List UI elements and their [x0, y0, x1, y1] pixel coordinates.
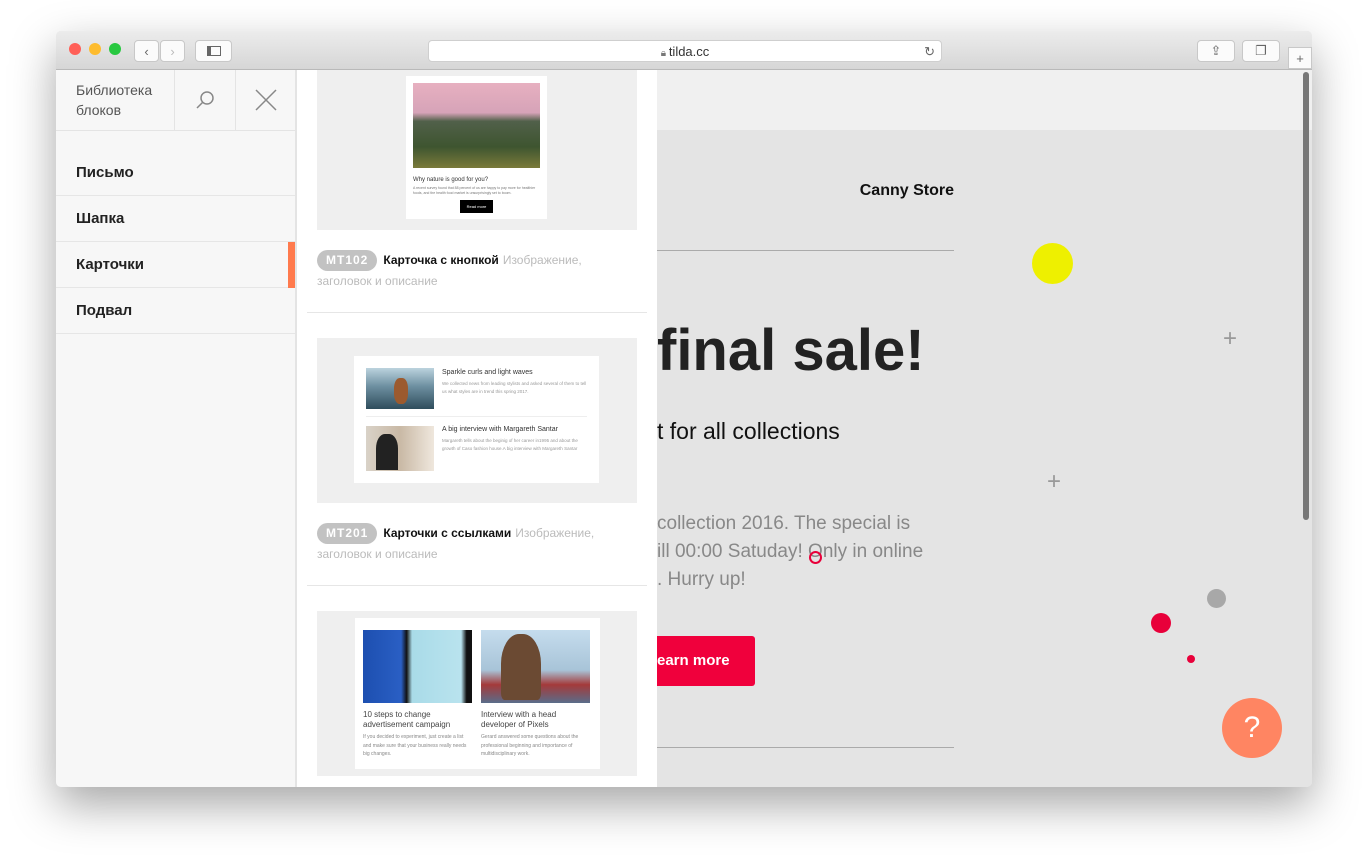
preview-card: 10 steps to change advertisement campaig…	[355, 618, 600, 769]
divider	[366, 416, 587, 417]
address-bar[interactable]: 🔒︎ tilda.cc ↻	[428, 40, 942, 62]
divider	[307, 312, 647, 313]
close-icon	[255, 89, 277, 111]
block-preview-cards[interactable]: 10 steps to change advertisement campaig…	[317, 611, 637, 776]
block-list: Why nature is good for you? A recent sur…	[297, 70, 657, 787]
help-button[interactable]: ?	[1222, 698, 1282, 758]
ring-decoration	[809, 551, 822, 564]
sidebar-toggle-button[interactable]	[195, 40, 232, 62]
category-podval[interactable]: Подвал	[56, 288, 295, 334]
category-menu: Письмо Шапка Карточки Подвал	[56, 150, 295, 334]
body-text: collection 2016. The special is ill 00:00…	[657, 513, 924, 590]
block-code-badge: MT201	[317, 523, 378, 544]
subheadline: t for all collections	[657, 418, 840, 444]
title-bar: ‹ › 🔒︎ tilda.cc ↻ ⇪ ❐ +	[56, 31, 1312, 70]
brand-name: Canny Store	[859, 182, 954, 199]
divider	[307, 585, 647, 586]
sidebar-icon	[206, 46, 221, 56]
red-dot-decoration	[1187, 655, 1195, 663]
yellow-circle-decoration	[1032, 243, 1073, 284]
preview-card: Sparkle curls and light waves We collect…	[354, 356, 599, 483]
article-image	[363, 630, 472, 703]
block-library-sidebar: Библиотека блоков Письмо Шапка Карточки …	[56, 70, 296, 787]
divider	[657, 250, 954, 251]
learn-more-button[interactable]: earn more	[657, 636, 755, 686]
mountain-image	[413, 83, 540, 168]
sidebar-title: Библиотека блоков	[76, 82, 153, 118]
scrollbar[interactable]	[1303, 72, 1309, 520]
article-image	[366, 368, 434, 409]
forward-button[interactable]: ›	[160, 40, 185, 62]
share-icon: ⇪	[1210, 43, 1222, 58]
tabs-icon: ❐	[1255, 43, 1267, 58]
block-code-badge: MT102	[317, 250, 378, 271]
sidebar-header: Библиотека блоков	[56, 70, 295, 131]
back-button[interactable]: ‹	[134, 40, 159, 62]
page-preview: Canny Store final sale! t for all collec…	[657, 70, 1312, 787]
close-window-button[interactable]	[69, 43, 81, 55]
headline: final sale!	[657, 318, 925, 383]
category-pismo[interactable]: Письмо	[56, 150, 295, 196]
browser-window: ‹ › 🔒︎ tilda.cc ↻ ⇪ ❐ + Canny Store final…	[56, 31, 1312, 787]
plus-decoration: +	[1047, 468, 1062, 495]
category-kartochki[interactable]: Карточки	[56, 242, 295, 288]
reload-icon[interactable]: ↻	[924, 41, 935, 62]
plus-decoration: +	[1223, 325, 1238, 352]
article-image	[366, 426, 434, 471]
minimize-window-button[interactable]	[89, 43, 101, 55]
share-button[interactable]: ⇪	[1197, 40, 1235, 62]
read-more-button: Read more	[460, 200, 493, 213]
red-circle-decoration	[1151, 613, 1171, 633]
search-icon	[196, 91, 214, 109]
block-info-mt201[interactable]: MT201 Карточки с ссылками Изображение, заг…	[317, 523, 627, 565]
block-preview-mt102[interactable]: Why nature is good for you? A recent sur…	[317, 70, 637, 230]
search-button[interactable]	[174, 70, 235, 130]
tabs-button[interactable]: ❐	[1242, 40, 1280, 62]
chevron-right-icon: ›	[170, 43, 175, 59]
divider	[657, 747, 954, 748]
category-shapka[interactable]: Шапка	[56, 196, 295, 242]
new-tab-button[interactable]: +	[1288, 47, 1312, 69]
grey-circle-decoration	[1207, 589, 1226, 608]
chevron-left-icon: ‹	[144, 43, 149, 59]
block-info-mt102[interactable]: MT102 Карточка с кнопкой Изображение, заго…	[317, 250, 627, 292]
article-image	[481, 630, 590, 703]
block-preview-mt201[interactable]: Sparkle curls and light waves We collect…	[317, 338, 637, 503]
zoom-window-button[interactable]	[109, 43, 121, 55]
page-top-strip	[657, 70, 1312, 130]
close-button[interactable]	[235, 70, 296, 130]
plus-icon: +	[1296, 50, 1304, 66]
lock-icon: 🔒︎	[660, 48, 669, 59]
preview-card: Why nature is good for you? A recent sur…	[406, 76, 547, 219]
